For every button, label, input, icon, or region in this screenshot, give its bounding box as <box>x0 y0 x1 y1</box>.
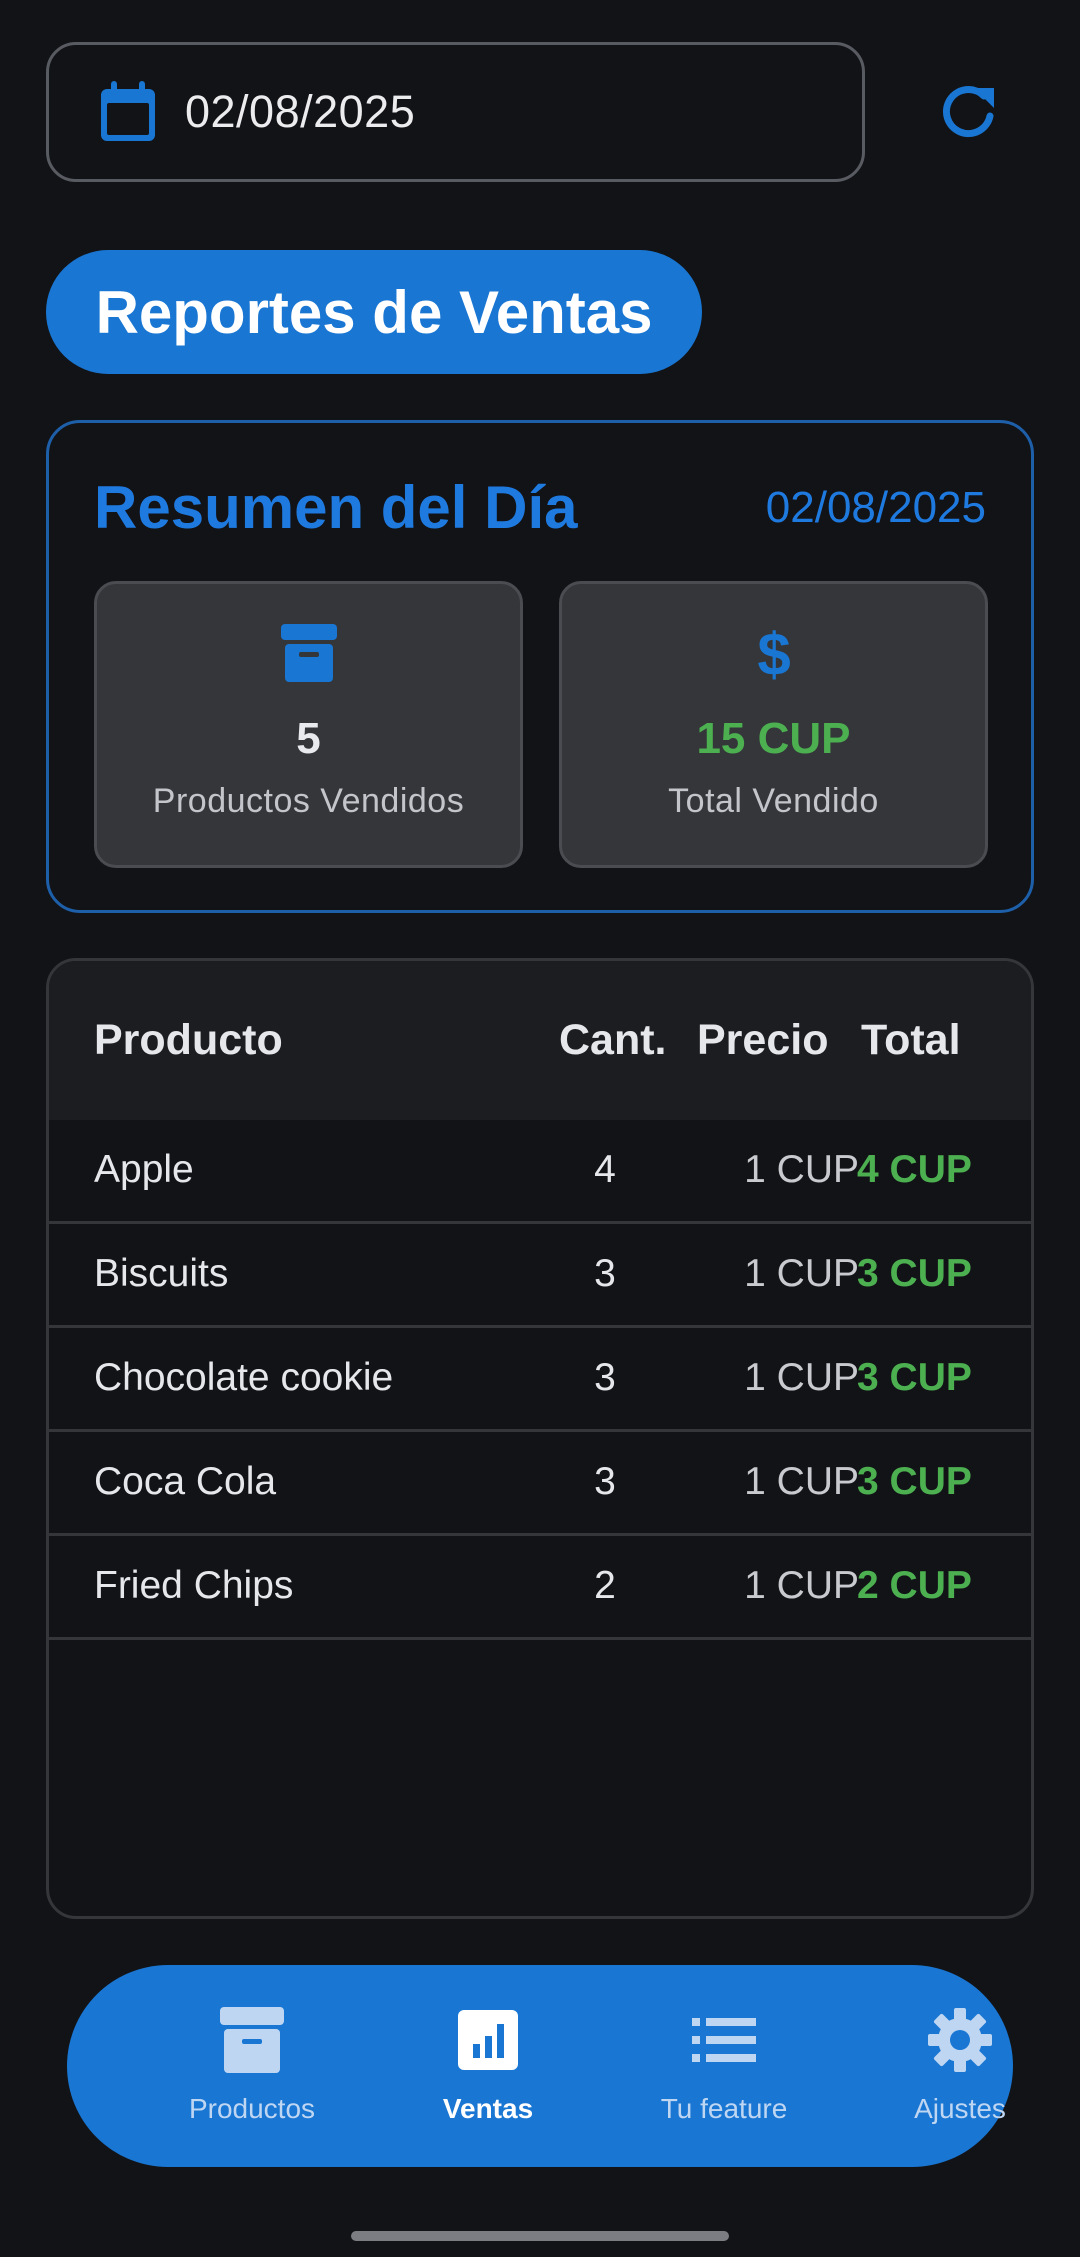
table-row: Coca Cola 3 1 CUP 3 CUP <box>49 1432 1031 1536</box>
row-price: 1 CUP <box>744 1252 859 1295</box>
daily-summary-card: Resumen del Día 02/08/2025 5 Productos V… <box>46 420 1034 913</box>
row-total: 3 CUP <box>857 1460 972 1503</box>
row-total: 3 CUP <box>857 1252 972 1295</box>
row-price: 1 CUP <box>744 1564 859 1607</box>
bar-chart-icon <box>458 2010 518 2070</box>
nav-label-productos: Productos <box>188 2093 316 2124</box>
table-row: Fried Chips 2 1 CUP 2 CUP <box>49 1536 1031 1640</box>
row-price: 1 CUP <box>744 1148 859 1191</box>
bottom-navigation: Productos Ventas Tu feature Ajustes <box>67 1965 1013 2167</box>
row-total: 4 CUP <box>857 1148 972 1191</box>
archive-box-icon <box>220 2007 284 2073</box>
header-total: Total <box>861 1016 961 1064</box>
nav-label-ventas: Ventas <box>442 2093 534 2124</box>
row-total: 2 CUP <box>857 1564 972 1607</box>
svg-text:$: $ <box>757 623 790 683</box>
refresh-icon[interactable] <box>938 82 998 142</box>
summary-date: 02/08/2025 <box>765 483 986 532</box>
row-product: Biscuits <box>94 1252 229 1295</box>
header-product: Producto <box>94 1016 283 1064</box>
summary-title: Resumen del Día <box>94 474 578 541</box>
nav-label-tu-feature: Tu feature <box>660 2093 788 2124</box>
row-total: 3 CUP <box>857 1356 972 1399</box>
nav-item-productos[interactable]: Productos <box>152 2005 352 2125</box>
total-sold-label: Total Vendido <box>668 782 879 820</box>
gear-icon <box>928 2008 992 2072</box>
list-icon <box>692 2018 756 2062</box>
row-qty: 3 <box>594 1356 616 1399</box>
row-qty: 4 <box>594 1148 616 1191</box>
row-product: Coca Cola <box>94 1460 277 1503</box>
table-row: Chocolate cookie 3 1 CUP 3 CUP <box>49 1328 1031 1432</box>
stat-products-sold: 5 Productos Vendidos <box>94 581 523 868</box>
header-price: Precio <box>697 1016 829 1064</box>
dollar-icon: $ <box>757 623 790 683</box>
date-picker-field[interactable]: 02/08/2025 <box>46 42 865 182</box>
products-sold-value: 5 <box>296 714 321 763</box>
nav-item-ajustes[interactable]: Ajustes <box>860 2005 1060 2125</box>
row-price: 1 CUP <box>744 1460 859 1503</box>
row-price: 1 CUP <box>744 1356 859 1399</box>
sales-table: Producto Cant. Precio Total Apple 4 1 CU… <box>46 958 1034 1919</box>
row-product: Chocolate cookie <box>94 1356 394 1399</box>
archive-box-icon <box>280 624 337 682</box>
table-header: Producto Cant. Precio Total <box>49 961 1031 1120</box>
stat-total-sold: $ 15 CUP Total Vendido <box>559 581 988 868</box>
products-sold-label: Productos Vendidos <box>152 782 465 820</box>
row-qty: 3 <box>594 1460 616 1503</box>
nav-label-ajustes: Ajustes <box>914 2093 1006 2124</box>
page-title: Reportes de Ventas <box>46 250 702 374</box>
row-qty: 3 <box>594 1252 616 1295</box>
row-qty: 2 <box>594 1564 616 1607</box>
row-product: Apple <box>94 1148 194 1191</box>
sales-report-screen: 02/08/2025 Reportes de Ventas Resumen de… <box>0 0 1080 2257</box>
total-sold-value: 15 CUP <box>696 714 851 763</box>
date-value: 02/08/2025 <box>185 86 416 137</box>
row-product: Fried Chips <box>94 1564 294 1607</box>
header-qty: Cant. <box>559 1016 667 1064</box>
table-row: Biscuits 3 1 CUP 3 CUP <box>49 1224 1031 1328</box>
table-row: Apple 4 1 CUP 4 CUP <box>49 1120 1031 1224</box>
nav-item-ventas[interactable]: Ventas <box>388 2005 588 2125</box>
home-indicator[interactable] <box>351 2231 729 2241</box>
nav-item-tu-feature[interactable]: Tu feature <box>624 2005 824 2125</box>
calendar-icon <box>101 81 155 141</box>
